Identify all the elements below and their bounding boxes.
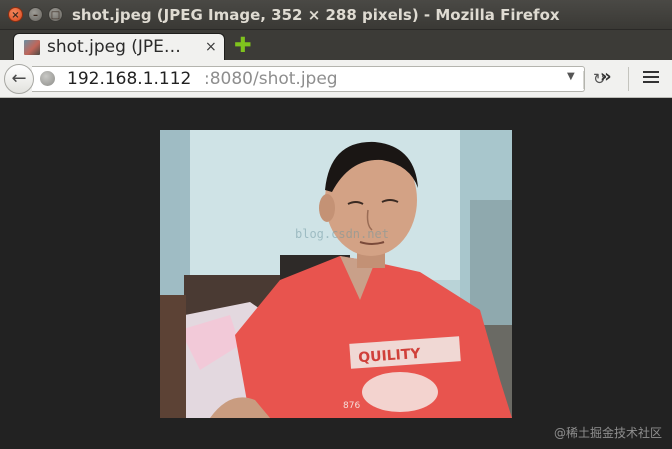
hamburger-menu-icon[interactable] [643,71,659,87]
overflow-icon[interactable]: » [600,67,612,87]
watermark: @稀土掘金技术社区 [553,426,662,440]
image-viewer: QUILITY 876 blog.csdn.net @稀土掘金技术社区 [0,98,672,449]
toolbar-separator [628,67,629,91]
tab-strip: shot.jpeg (JPE… × ✚ [0,30,672,61]
globe-icon [40,71,55,86]
new-tab-icon[interactable]: ✚ [234,35,252,56]
webcam-photo: QUILITY 876 blog.csdn.net [160,130,512,418]
tab-title: shot.jpeg (JPE… [47,37,181,57]
navigation-toolbar: 192.168.1.112 :8080/shot.jpeg ▼ ↻ ← » [0,60,672,98]
dropdown-icon[interactable]: ▼ [567,71,575,82]
back-arrow-icon[interactable]: ← [4,64,34,94]
image-overlay-text: blog.csdn.net [295,227,389,241]
maximize-icon[interactable]: □ [48,7,63,22]
tab-shot-jpeg[interactable]: shot.jpeg (JPE… × [13,33,225,61]
url-host: 192.168.1.112 [67,69,192,89]
url-bar[interactable]: 192.168.1.112 :8080/shot.jpeg ▼ ↻ [32,66,606,92]
url-separator [583,71,584,89]
shirt-number-text: 876 [343,401,360,411]
tab-close-button[interactable]: × [205,39,217,55]
window-title: shot.jpeg (JPEG Image, 352 × 288 pixels)… [72,6,560,24]
window-titlebar: × – □ shot.jpeg (JPEG Image, 352 × 288 p… [0,0,672,30]
favicon-icon [24,40,40,55]
minimize-icon[interactable]: – [28,7,43,22]
url-path: :8080/shot.jpeg [204,69,338,89]
close-icon[interactable]: × [8,7,23,22]
